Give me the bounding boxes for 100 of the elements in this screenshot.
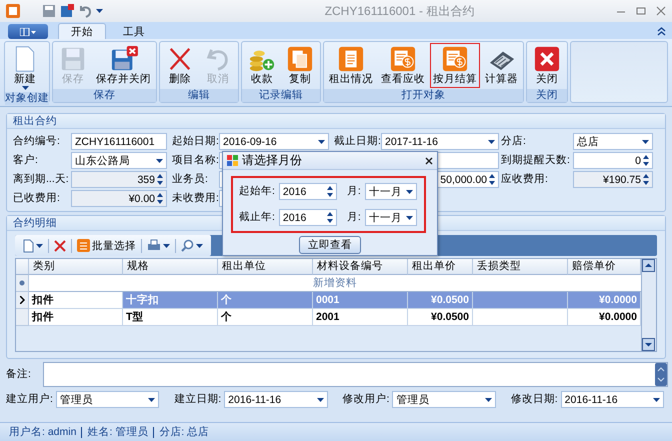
field-label: 修改用户: — [342, 392, 390, 407]
table-cell: 个 — [218, 309, 313, 326]
caret-icon — [642, 140, 649, 144]
field-label: 截止日期: — [333, 134, 381, 149]
caret-icon — [316, 398, 324, 402]
application-menu-button[interactable] — [8, 24, 48, 39]
toolbar-button[interactable] — [21, 236, 45, 254]
spin-arrows-icon — [157, 174, 163, 185]
dialog-app-icon — [227, 155, 238, 166]
scroll-down-icon[interactable] — [642, 338, 655, 351]
dropdown-field[interactable]: 2016-11-16 — [224, 391, 328, 408]
ribbon-button[interactable]: 查看应收 — [378, 43, 428, 88]
ribbon-button[interactable]: 复制 — [282, 43, 318, 88]
collapse-ribbon-icon[interactable] — [657, 27, 666, 36]
column-header[interactable]: 赔偿单价 — [568, 259, 641, 275]
caret-icon — [156, 158, 163, 162]
copy-pages-icon — [286, 46, 314, 72]
column-header[interactable]: 丢损类型 — [473, 259, 568, 275]
dialog-title: 请选择月份 — [242, 152, 303, 169]
spin-arrows-icon — [326, 186, 333, 197]
blank-page-icon — [23, 238, 34, 252]
text-field[interactable]: ZCHY161116001 — [71, 133, 167, 150]
field-label: 起始年: — [239, 184, 275, 199]
vertical-scrollbar[interactable] — [641, 259, 656, 351]
checklist-icon — [77, 239, 90, 252]
field-label: 起始日期: — [171, 134, 219, 149]
maximize-icon[interactable] — [636, 6, 646, 16]
status-text: 用户名: admin — [8, 426, 78, 438]
new-row-prompt[interactable]: 新增资料 — [29, 275, 641, 292]
dropdown-field[interactable]: 总店 — [573, 133, 653, 150]
status-text: 分店: 总店 — [153, 426, 214, 438]
row-header[interactable] — [16, 292, 29, 309]
toolbar-button[interactable]: 批量选择 — [75, 236, 138, 254]
save-and-close-icon[interactable] — [60, 4, 74, 18]
spin-field[interactable]: ¥0.00 — [71, 190, 167, 207]
layout-icon — [20, 28, 36, 36]
dropdown-field[interactable]: 管理员 — [392, 391, 496, 408]
scroll-up-icon[interactable] — [642, 259, 655, 272]
caret-icon — [653, 398, 660, 402]
table-cell: 扣件 — [29, 292, 123, 309]
ribbon-button[interactable]: 租出情况 — [326, 43, 376, 88]
view-now-button[interactable]: 立即查看 — [299, 236, 361, 254]
field-label: 建立用户: — [6, 392, 53, 407]
spin-field[interactable]: 0 — [573, 152, 653, 169]
ribbon-button[interactable]: 删除 — [162, 43, 198, 88]
ribbon-button[interactable]: 收款 — [244, 43, 280, 88]
undo-arrow-icon[interactable] — [78, 4, 92, 18]
field-label: 到期提醒天数: — [500, 153, 571, 168]
spin-field[interactable]: 2016 — [278, 183, 337, 200]
delete-cross-icon — [54, 240, 66, 252]
spin-field[interactable]: ¥190.75 — [573, 171, 653, 188]
caret-icon — [163, 244, 170, 248]
caret-icon — [22, 86, 28, 90]
ribbon-button[interactable]: 计算器 — [482, 43, 521, 88]
field-label: 离到期...天: — [13, 172, 70, 187]
spin-arrows-icon — [489, 174, 495, 185]
column-header[interactable]: 材料设备编号 — [313, 259, 408, 275]
dropdown-field[interactable]: 2017-11-16 — [381, 133, 499, 150]
caret-icon — [196, 244, 203, 248]
column-header[interactable]: 规格 — [123, 259, 218, 275]
magnifier-icon — [181, 239, 194, 252]
spin-field[interactable]: 2016 — [278, 209, 337, 226]
table-cell: 0001 — [313, 292, 408, 309]
caret-icon — [406, 216, 413, 220]
column-header[interactable]: 租出单价 — [408, 259, 473, 275]
ribbon-tab[interactable]: 工具 — [110, 23, 158, 39]
dropdown-field[interactable]: 2016-11-16 — [560, 391, 664, 408]
caret-icon — [488, 140, 495, 144]
table-cell: 十字扣 — [123, 292, 218, 309]
dollar-sheet-icon — [389, 46, 417, 72]
table-cell: ¥0.0000 — [568, 309, 641, 326]
spin-field[interactable]: 359 — [71, 171, 167, 188]
caret-icon — [318, 140, 325, 144]
ribbon-button[interactable]: 按月结算 — [430, 43, 480, 88]
group-label: 记录编辑 — [242, 89, 320, 102]
caret-icon — [96, 9, 103, 13]
app-logo-icon — [6, 4, 20, 18]
field-label: 应收费用: — [500, 172, 549, 187]
column-header[interactable]: 类别 — [29, 259, 123, 275]
remark-field[interactable] — [42, 362, 668, 387]
dropdown-field[interactable]: 十一月 — [364, 183, 417, 200]
field-label: 月: — [346, 184, 361, 199]
table-cell: 扣件 — [29, 309, 123, 326]
ribbon-button[interactable]: 关闭 — [529, 43, 565, 88]
dropdown-field[interactable]: 山东公路局 — [71, 152, 167, 169]
close-icon[interactable] — [425, 156, 433, 164]
field-label: 业务员: — [171, 172, 209, 187]
dropdown-field[interactable]: 2016-09-16 — [219, 133, 329, 150]
table-cell: ¥0.0500 — [408, 309, 473, 326]
dropdown-field[interactable]: 十一月 — [364, 209, 417, 226]
current-row-icon — [20, 296, 24, 304]
table-cell: 个 — [218, 292, 313, 309]
ribbon-tab[interactable]: 开始 — [58, 23, 106, 39]
dropdown-field[interactable]: 管理员 — [56, 391, 160, 408]
ribbon-button[interactable]: 新建 — [7, 43, 43, 91]
field-label: 备注: — [6, 367, 31, 382]
close-icon — [533, 46, 561, 72]
ribbon-button[interactable]: 保存并关闭 — [93, 43, 154, 88]
column-header[interactable]: 租出单位 — [218, 259, 313, 275]
field-label: 合约编号: — [13, 134, 61, 149]
